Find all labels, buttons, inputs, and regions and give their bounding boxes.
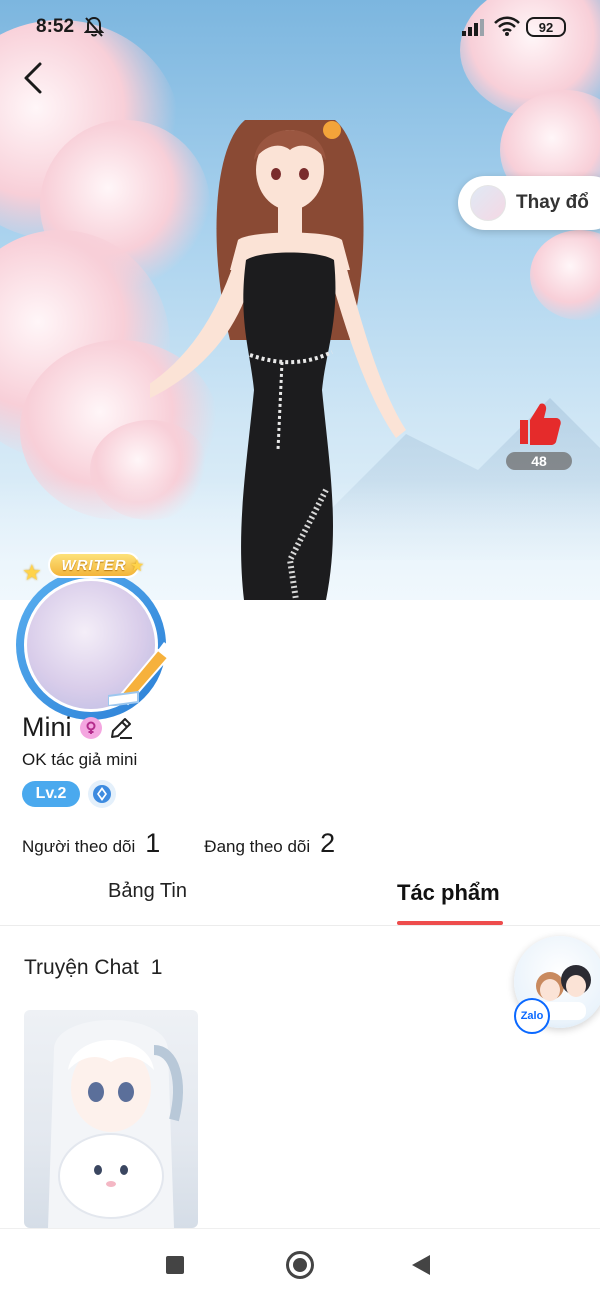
edit-pencil-icon[interactable] xyxy=(108,715,134,741)
profile-cover xyxy=(0,0,600,600)
profile-avatar[interactable]: WRITER ★ ★ xyxy=(12,548,174,720)
status-time: 8:52 xyxy=(36,16,75,37)
chat-stories-heading: Truyện Chat 1 xyxy=(24,956,162,980)
wifi-icon xyxy=(494,16,520,36)
profile-name: Mini xyxy=(22,712,72,742)
outfit-thumbnail xyxy=(470,185,506,221)
system-nav-bar xyxy=(0,1228,600,1300)
nav-back-icon[interactable] xyxy=(412,1255,430,1275)
story-cover-image xyxy=(48,1020,183,1228)
female-gender-icon xyxy=(79,716,102,739)
followers-count[interactable]: 1 xyxy=(145,828,160,859)
change-outfit-label: Thay đổ xyxy=(516,192,589,213)
star-icon: ★ xyxy=(22,560,42,585)
follow-stats: Người theo dõi 1 Đang theo dõi 2 xyxy=(22,828,335,859)
bell-off-icon xyxy=(84,16,104,37)
level-badge[interactable]: Lv.2 xyxy=(22,781,80,807)
tab-feed[interactable]: Bảng Tin xyxy=(108,880,187,903)
tab-works[interactable]: Tác phẩm xyxy=(397,880,500,906)
star-icon: ★ xyxy=(130,558,145,575)
character-illustration xyxy=(150,120,406,600)
following-count[interactable]: 2 xyxy=(320,828,335,859)
profile-bio: OK tác giả mini xyxy=(22,750,138,769)
like-count: 48 xyxy=(506,452,572,470)
back-arrow-icon[interactable] xyxy=(16,58,52,98)
followers-label[interactable]: Người theo dõi xyxy=(22,837,135,857)
status-bar: 8:52 92 xyxy=(0,0,600,54)
story-card[interactable] xyxy=(24,1010,198,1228)
section-count: 1 xyxy=(150,956,163,979)
battery-icon: 92 xyxy=(526,17,566,37)
name-row: Mini xyxy=(22,712,134,743)
change-outfit-button[interactable]: Thay đổ xyxy=(458,176,600,230)
signal-icon xyxy=(462,19,484,36)
rank-diamond-icon[interactable] xyxy=(88,780,116,808)
pen-icon xyxy=(108,642,174,706)
home-icon[interactable] xyxy=(286,1251,314,1279)
following-label[interactable]: Đang theo dõi xyxy=(204,837,310,857)
zalo-icon[interactable]: Zalo xyxy=(514,998,550,1034)
recent-apps-icon[interactable] xyxy=(166,1256,184,1274)
section-title: Truyện Chat xyxy=(24,956,139,979)
level-row: Lv.2 xyxy=(22,780,116,808)
active-tab-indicator xyxy=(397,921,503,925)
profile-tabs: Bảng Tin Tác phẩm xyxy=(0,868,600,926)
thumbs-up-icon[interactable] xyxy=(514,400,562,446)
writer-badge: WRITER xyxy=(48,552,140,578)
